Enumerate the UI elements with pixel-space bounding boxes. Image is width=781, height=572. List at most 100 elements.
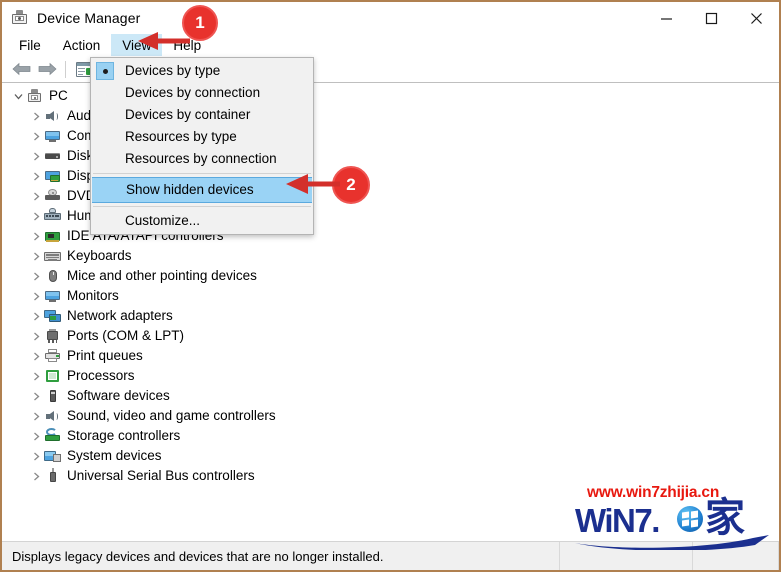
chevron-right-icon[interactable] — [28, 268, 44, 284]
tree-item-network-adapters[interactable]: Network adapters — [2, 306, 779, 326]
menu-item-resources-by-type[interactable]: Resources by type — [91, 126, 313, 148]
maximize-button[interactable] — [689, 2, 734, 34]
chevron-down-icon[interactable] — [10, 88, 26, 104]
forward-arrow-icon[interactable] — [34, 58, 60, 81]
chevron-right-icon[interactable] — [28, 128, 44, 144]
menu-check-slot — [94, 106, 116, 124]
chevron-right-icon[interactable] — [28, 468, 44, 484]
tree-item-sound-video-game[interactable]: Sound, video and game controllers — [2, 406, 779, 426]
display-adapter-icon — [44, 168, 61, 184]
ide-icon — [44, 228, 61, 244]
watermark-swoosh — [575, 535, 769, 550]
chevron-right-icon[interactable] — [28, 208, 44, 224]
menu-item-label: Devices by container — [125, 107, 251, 122]
menu-item-devices-by-connection[interactable]: Devices by connection — [91, 82, 313, 104]
disk-icon — [44, 148, 61, 164]
tree-item-mice[interactable]: Mice and other pointing devices — [2, 266, 779, 286]
chevron-right-icon[interactable] — [28, 228, 44, 244]
hid-icon — [44, 208, 61, 224]
tree-item-label: Print queues — [67, 348, 143, 363]
tree-item-software-devices[interactable]: Software devices — [2, 386, 779, 406]
radio-indicator — [94, 62, 116, 80]
menu-action[interactable]: Action — [52, 34, 112, 56]
speaker-icon — [44, 408, 61, 424]
annotation-1 — [130, 22, 230, 62]
network-icon — [44, 308, 61, 324]
watermark-logo-cjk: 家 — [705, 495, 745, 541]
tree-item-processors[interactable]: Processors — [2, 366, 779, 386]
watermark: www.win7zhijia.cn WiN7. 家 — [567, 484, 773, 550]
back-arrow-icon[interactable] — [8, 58, 34, 81]
window-controls — [644, 2, 779, 34]
chevron-right-icon[interactable] — [28, 308, 44, 324]
menu-item-label: Resources by type — [125, 129, 237, 144]
watermark-url: www.win7zhijia.cn — [587, 484, 720, 501]
chevron-right-icon[interactable] — [28, 408, 44, 424]
tree-item-label: Network adapters — [67, 308, 173, 323]
chevron-right-icon[interactable] — [28, 448, 44, 464]
menu-check-slot — [94, 212, 116, 230]
chevron-right-icon[interactable] — [28, 188, 44, 204]
annotation-2 — [282, 167, 362, 207]
tree-root-label: PC — [49, 88, 68, 103]
tree-item-storage-controllers[interactable]: Storage controllers — [2, 426, 779, 446]
tree-item-label: Universal Serial Bus controllers — [67, 468, 255, 483]
tree-item-label: Monitors — [67, 288, 119, 303]
menu-item-label: Resources by connection — [125, 151, 277, 166]
minimize-button[interactable] — [644, 2, 689, 34]
tree-item-label: Ports (COM & LPT) — [67, 328, 185, 343]
menu-item-label: Customize... — [125, 213, 201, 228]
processor-icon — [44, 368, 61, 384]
chevron-right-icon[interactable] — [28, 388, 44, 404]
menu-separator — [93, 173, 311, 174]
chevron-right-icon[interactable] — [28, 368, 44, 384]
storage-icon — [44, 428, 61, 444]
menu-check-slot — [94, 128, 116, 146]
view-dropdown-menu[interactable]: Devices by type Devices by connection De… — [90, 57, 314, 235]
device-manager-icon — [11, 9, 28, 27]
menu-bar: File Action View Help — [2, 34, 779, 56]
menu-check-slot — [94, 150, 116, 168]
chevron-right-icon[interactable] — [28, 108, 44, 124]
tree-item-label: Mice and other pointing devices — [67, 268, 257, 283]
tree-item-ports[interactable]: Ports (COM & LPT) — [2, 326, 779, 346]
toolbar-separator — [65, 60, 66, 78]
chevron-right-icon[interactable] — [28, 148, 44, 164]
menu-item-devices-by-container[interactable]: Devices by container — [91, 104, 313, 126]
keyboard-icon — [44, 248, 61, 264]
tree-item-print-queues[interactable]: Print queues — [2, 346, 779, 366]
menu-item-resources-by-connection[interactable]: Resources by connection — [91, 148, 313, 170]
tree-item-usb-controllers[interactable]: Universal Serial Bus controllers — [2, 466, 779, 486]
annotation-arrow-2 — [286, 174, 340, 194]
menu-file[interactable]: File — [8, 34, 52, 56]
chevron-right-icon[interactable] — [28, 248, 44, 264]
speaker-icon — [44, 108, 61, 124]
chevron-right-icon[interactable] — [28, 428, 44, 444]
close-button[interactable] — [734, 2, 779, 34]
tree-item-monitors[interactable]: Monitors — [2, 286, 779, 306]
port-icon — [44, 328, 61, 344]
chevron-right-icon[interactable] — [28, 348, 44, 364]
tree-item-label: System devices — [67, 448, 162, 463]
windows-orb-icon — [677, 506, 703, 532]
tree-item-label: Sound, video and game controllers — [67, 408, 276, 423]
chevron-right-icon[interactable] — [28, 168, 44, 184]
software-device-icon — [44, 388, 61, 404]
printer-icon — [44, 348, 61, 364]
tree-item-label: Storage controllers — [67, 428, 181, 443]
monitor-icon — [44, 288, 61, 304]
menu-item-show-hidden-devices[interactable]: Show hidden devices — [92, 177, 312, 203]
chevron-right-icon[interactable] — [28, 288, 44, 304]
menu-item-label: Devices by type — [125, 63, 221, 78]
menu-item-customize[interactable]: Customize... — [91, 210, 313, 232]
device-manager-window: Device Manager File Action View Help PC … — [0, 0, 781, 572]
menu-separator — [93, 206, 311, 207]
menu-item-devices-by-type[interactable]: Devices by type — [91, 60, 313, 82]
tree-item-keyboards[interactable]: Keyboards — [2, 246, 779, 266]
status-message: Displays legacy devices and devices that… — [2, 542, 560, 570]
tree-item-system-devices[interactable]: System devices — [2, 446, 779, 466]
dvd-icon — [44, 188, 61, 204]
chevron-right-icon[interactable] — [28, 328, 44, 344]
menu-item-label: Show hidden devices — [126, 182, 254, 197]
menu-check-slot — [94, 84, 116, 102]
